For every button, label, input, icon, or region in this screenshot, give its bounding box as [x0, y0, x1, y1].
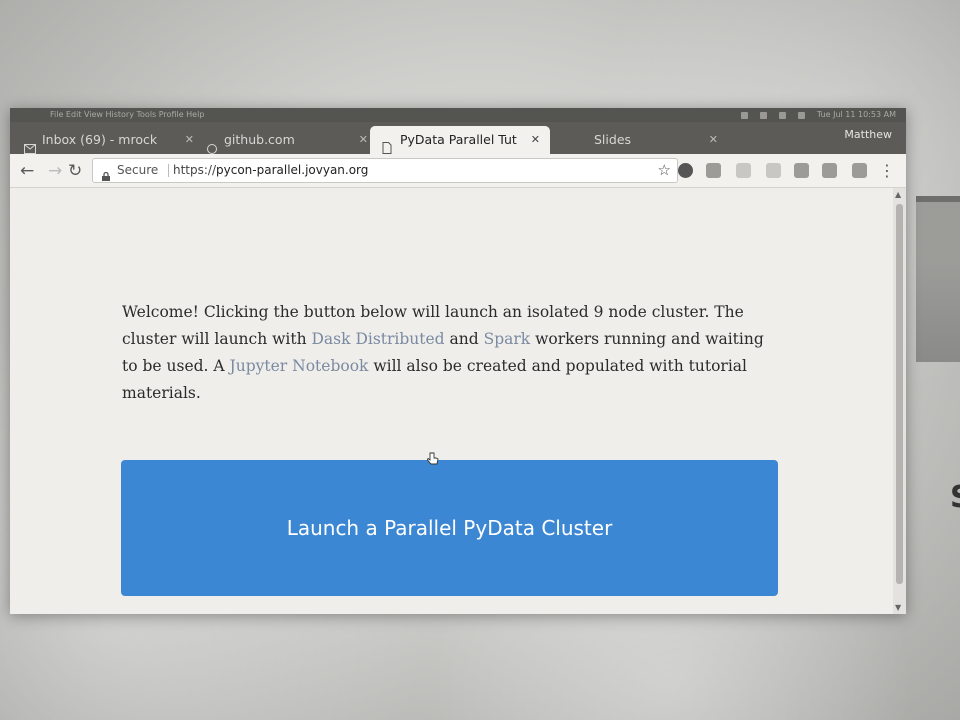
tab-label: Inbox (69) - mrock	[42, 132, 158, 147]
extension-icon[interactable]	[852, 163, 867, 178]
divider	[168, 164, 169, 177]
profile-name[interactable]: Matthew	[844, 128, 892, 141]
background-window	[916, 196, 960, 362]
close-icon[interactable]: ✕	[359, 126, 368, 154]
url-text: https://pycon-parallel.jovyan.org	[173, 163, 369, 177]
close-icon[interactable]: ✕	[185, 126, 194, 154]
reload-button[interactable]: ↻	[68, 161, 82, 181]
launch-cluster-button[interactable]: Launch a Parallel PyData Cluster	[121, 460, 778, 596]
clock: Tue Jul 11 10:53 AM	[816, 110, 896, 119]
tab-label: Slides	[594, 132, 632, 147]
tab-slides[interactable]: Slides ✕	[558, 126, 728, 154]
background-text: S	[950, 480, 960, 515]
secure-label: Secure	[117, 163, 159, 177]
browser-toolbar: ← → ↻ Secure https://pycon-parallel.jovy…	[10, 154, 906, 188]
tab-label: PyData Parallel Tut	[400, 132, 517, 147]
page-content: Welcome! Clicking the button below will …	[10, 188, 893, 614]
tab-strip: Inbox (69) - mrock ✕ github.com ✕ PyData…	[10, 122, 906, 154]
volume-icon[interactable]	[797, 111, 805, 119]
scrollbar-thumb[interactable]	[896, 204, 903, 584]
close-icon[interactable]: ✕	[709, 126, 718, 154]
extension-icon[interactable]	[794, 163, 809, 178]
forward-button[interactable]: →	[48, 161, 62, 181]
scroll-up-icon[interactable]: ▲	[895, 190, 901, 199]
spark-link[interactable]: Spark	[484, 330, 531, 348]
close-icon[interactable]: ✕	[531, 126, 540, 154]
back-button[interactable]: ←	[20, 161, 34, 181]
extension-icon[interactable]	[706, 163, 721, 178]
page-icon	[382, 136, 394, 154]
mail-icon[interactable]	[759, 111, 767, 119]
menu-text: File Edit View History Tools Profile Hel…	[50, 110, 205, 119]
hand-cursor-icon	[426, 452, 439, 465]
dask-link[interactable]: Dask Distributed	[312, 330, 445, 348]
scrollbar[interactable]: ▲ ▼	[893, 188, 906, 614]
gmail-icon	[24, 136, 36, 154]
bluetooth-icon[interactable]	[740, 111, 748, 119]
tab-github[interactable]: github.com ✕	[206, 126, 378, 154]
system-menu-bar: File Edit View History Tools Profile Hel…	[10, 108, 906, 122]
launch-button-label: Launch a Parallel PyData Cluster	[286, 516, 613, 540]
network-icon[interactable]	[778, 111, 786, 119]
tab-inbox[interactable]: Inbox (69) - mrock ✕	[24, 126, 204, 154]
opera-icon[interactable]	[678, 163, 693, 178]
lock-icon	[102, 166, 110, 181]
slides-icon	[576, 136, 588, 146]
extension-icon[interactable]	[822, 163, 837, 178]
system-tray: Tue Jul 11 10:53 AM	[740, 108, 896, 122]
welcome-text: Welcome! Clicking the button below will …	[122, 303, 764, 402]
tab-label: github.com	[224, 132, 295, 147]
scroll-down-icon[interactable]: ▼	[895, 603, 901, 612]
tab-pydata[interactable]: PyData Parallel Tut ✕	[370, 126, 550, 154]
github-icon	[206, 136, 218, 154]
extension-icon[interactable]	[766, 163, 781, 178]
address-bar[interactable]: Secure https://pycon-parallel.jovyan.org…	[92, 158, 678, 183]
menu-icon[interactable]: ⋮	[879, 161, 895, 180]
jupyter-link[interactable]: Jupyter Notebook	[230, 357, 369, 375]
bookmark-star-icon[interactable]: ☆	[658, 159, 671, 182]
extension-icon[interactable]	[736, 163, 751, 178]
browser-window: File Edit View History Tools Profile Hel…	[10, 108, 906, 614]
